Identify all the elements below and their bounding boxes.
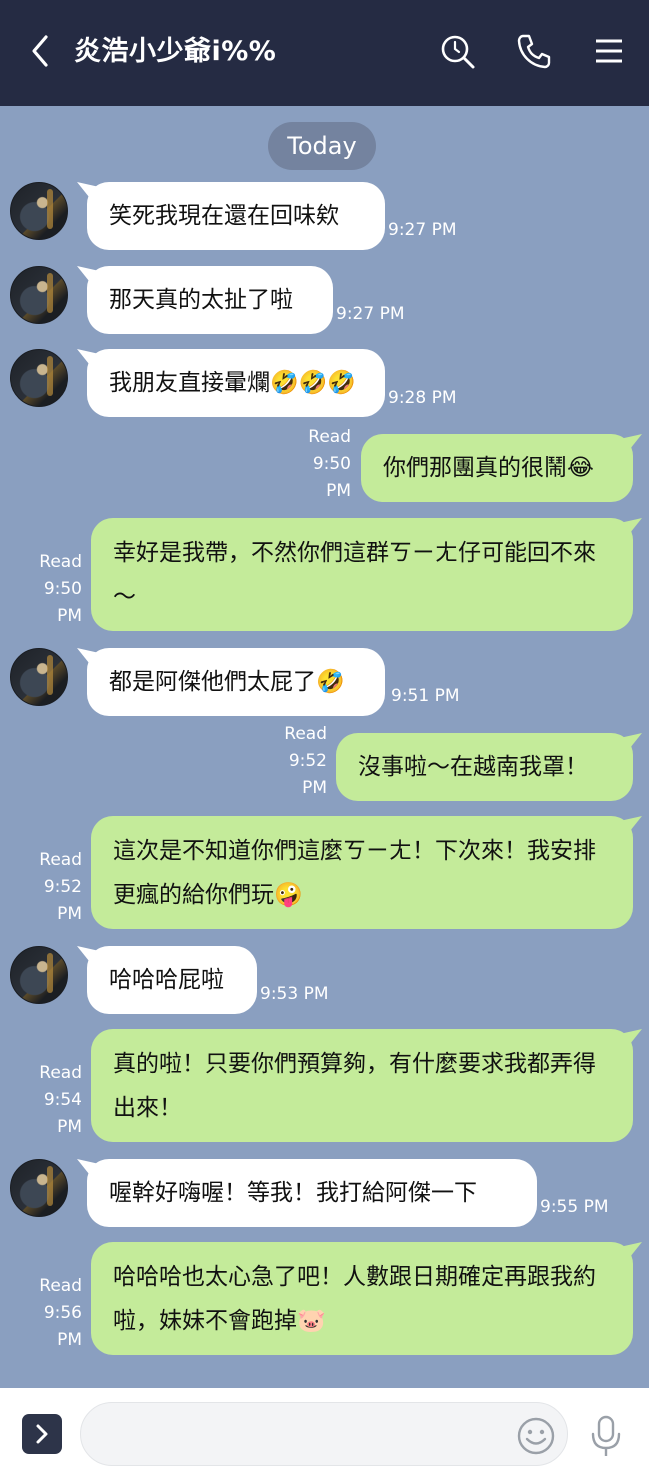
message-text: 哈哈哈屁啦 (109, 967, 224, 993)
message-row: Read 9:56 PM 哈哈哈也太心急了吧！人數跟日期確定再跟我約啦，妹妹不會… (0, 1242, 649, 1356)
message-row: Read 9:50 PM 你們那團真的很鬧😂 (0, 424, 649, 508)
message-input[interactable] (80, 1402, 568, 1466)
message-row: 哈哈哈屁啦 9:53 PM (0, 946, 649, 1016)
message-list[interactable]: Today 笑死我現在還在回味欸 9:27 PM 那天真的太扯了啦 9:27 P… (0, 106, 649, 1388)
read-receipt: Read (39, 850, 82, 870)
message-meta: Read 9:52 PM (20, 847, 82, 928)
message-text: 真的啦！只要你們預算夠，有什麼要求我都弄得出來！ (113, 1051, 596, 1121)
message-meta: Read 9:50 PM (20, 549, 82, 630)
message-time: 9:52 (288, 751, 327, 771)
read-receipt: Read (284, 724, 327, 744)
message-bubble-incoming[interactable]: 笑死我現在還在回味欸 (87, 182, 385, 250)
message-row: Read 9:54 PM 真的啦！只要你們預算夠，有什麼要求我都弄得出來！ (0, 1029, 649, 1143)
message-text: 幸好是我帶，不然你們這群ㄎㄧㄤ仔可能回不來～ (113, 540, 596, 610)
avatar[interactable] (10, 1159, 68, 1217)
read-receipt: Read (39, 552, 82, 572)
message-time-suffix: PM (302, 778, 327, 798)
message-row: 我朋友直接暈爛🤣🤣🤣 9:28 PM (0, 349, 649, 419)
chevron-right-icon (36, 1424, 48, 1444)
read-receipt: Read (39, 1063, 82, 1083)
hamburger-menu-icon[interactable] (590, 31, 628, 71)
message-time: 9:27 PM (336, 304, 405, 324)
message-text: 你們那團真的很鬧😂 (383, 455, 594, 481)
message-bubble-incoming[interactable]: 都是阿傑他們太屁了🤣 (87, 648, 385, 716)
avatar[interactable] (10, 648, 68, 706)
message-row: Read 9:52 PM 這次是不知道你們這麼ㄎㄧㄤ！下次來！我安排更瘋的給你們… (0, 816, 649, 930)
chat-header: 炎浩小少爺i%% (0, 0, 649, 106)
avatar[interactable] (10, 349, 68, 407)
message-bubble-incoming[interactable]: 我朋友直接暈爛🤣🤣🤣 (87, 349, 385, 417)
message-time-suffix: PM (326, 481, 351, 501)
message-bubble-incoming[interactable]: 哈哈哈屁啦 (87, 946, 257, 1014)
message-time-suffix: PM (57, 1330, 82, 1350)
message-meta: Read 9:50 PM (290, 424, 351, 505)
message-time-suffix: PM (57, 606, 82, 626)
message-bubble-incoming[interactable]: 喔幹好嗨喔！等我！我打給阿傑一下 (87, 1159, 537, 1227)
message-text: 這次是不知道你們這麼ㄎㄧㄤ！下次來！我安排更瘋的給你們玩🤪 (113, 838, 596, 908)
smiley-icon[interactable] (516, 1416, 556, 1456)
read-receipt: Read (308, 427, 351, 447)
message-text: 都是阿傑他們太屁了🤣 (109, 669, 345, 695)
avatar[interactable] (10, 182, 68, 240)
message-text: 那天真的太扯了啦 (109, 287, 293, 313)
message-bubble-outgoing[interactable]: 哈哈哈也太心急了吧！人數跟日期確定再跟我約啦，妹妹不會跑掉🐷 (91, 1242, 633, 1355)
message-time: 9:51 PM (391, 686, 460, 706)
read-receipt: Read (39, 1276, 82, 1296)
message-time: 9:56 (43, 1303, 82, 1323)
message-time: 9:52 (43, 877, 82, 897)
message-time: 9:50 (43, 579, 82, 599)
message-meta: Read 9:52 PM (265, 721, 327, 802)
message-time-suffix: PM (57, 904, 82, 924)
chevron-left-icon[interactable] (26, 33, 56, 69)
compose-bar (0, 1388, 649, 1481)
message-bubble-outgoing[interactable]: 這次是不知道你們這麼ㄎㄧㄤ！下次來！我安排更瘋的給你們玩🤪 (91, 816, 633, 929)
message-time: 9:55 PM (540, 1197, 609, 1217)
microphone-icon[interactable] (588, 1414, 624, 1458)
message-time: 9:54 (43, 1090, 82, 1110)
message-text: 哈哈哈也太心急了吧！人數跟日期確定再跟我約啦，妹妹不會跑掉🐷 (113, 1264, 596, 1334)
message-text: 笑死我現在還在回味欸 (109, 203, 339, 229)
avatar[interactable] (10, 266, 68, 324)
message-bubble-outgoing[interactable]: 真的啦！只要你們預算夠，有什麼要求我都弄得出來！ (91, 1029, 633, 1142)
date-separator: Today (268, 122, 376, 170)
avatar[interactable] (10, 946, 68, 1004)
message-row: 那天真的太扯了啦 9:27 PM (0, 266, 649, 336)
message-text: 沒事啦～在越南我罩！ (358, 754, 588, 780)
message-time: 9:50 (312, 454, 351, 474)
message-bubble-outgoing[interactable]: 沒事啦～在越南我罩！ (336, 733, 633, 801)
search-icon[interactable] (438, 31, 476, 71)
chat-title[interactable]: 炎浩小少爺i%% (74, 30, 276, 74)
message-row: 都是阿傑他們太屁了🤣 9:51 PM (0, 648, 649, 718)
message-bubble-outgoing[interactable]: 幸好是我帶，不然你們這群ㄎㄧㄤ仔可能回不來～ (91, 518, 633, 631)
expand-button[interactable] (22, 1414, 62, 1454)
message-row: Read 9:52 PM 沒事啦～在越南我罩！ (0, 721, 649, 807)
message-bubble-outgoing[interactable]: 你們那團真的很鬧😂 (361, 434, 633, 502)
message-time: 9:28 PM (388, 388, 457, 408)
message-row: 喔幹好嗨喔！等我！我打給阿傑一下 9:55 PM (0, 1159, 649, 1229)
message-bubble-incoming[interactable]: 那天真的太扯了啦 (87, 266, 333, 334)
message-row: Read 9:50 PM 幸好是我帶，不然你們這群ㄎㄧㄤ仔可能回不來～ (0, 518, 649, 632)
message-text: 喔幹好嗨喔！等我！我打給阿傑一下 (109, 1180, 477, 1206)
message-row: 笑死我現在還在回味欸 9:27 PM (0, 182, 649, 252)
message-time-suffix: PM (57, 1117, 82, 1137)
message-meta: Read 9:56 PM (20, 1273, 82, 1354)
message-time: 9:27 PM (388, 220, 457, 240)
message-text: 我朋友直接暈爛🤣🤣🤣 (109, 370, 356, 396)
phone-icon[interactable] (514, 31, 552, 71)
message-meta: Read 9:54 PM (20, 1060, 82, 1141)
message-time: 9:53 PM (260, 984, 329, 1004)
